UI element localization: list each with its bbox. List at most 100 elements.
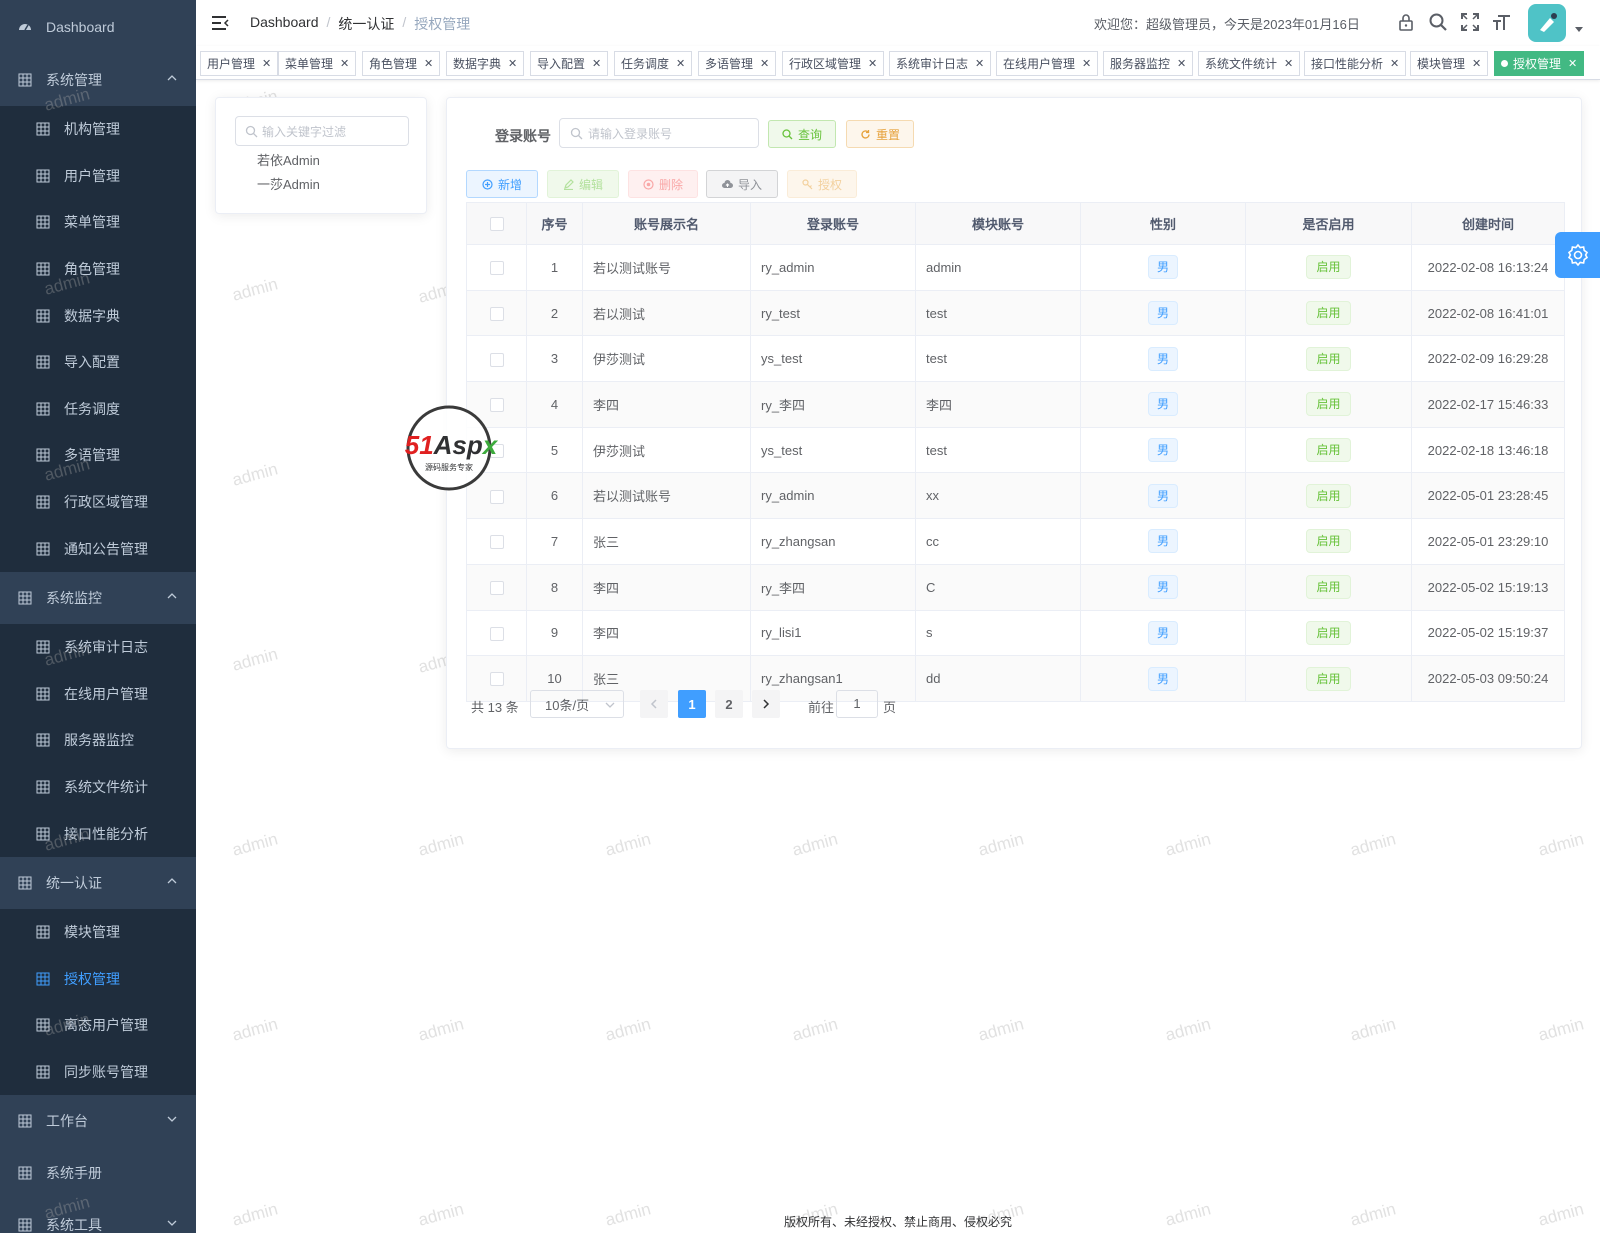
tag-modules[interactable]: 模块管理 ✕ xyxy=(1410,51,1489,76)
tree-node[interactable]: 若依Admin xyxy=(257,150,320,169)
row-checkbox[interactable] xyxy=(489,306,504,321)
row-checkbox[interactable] xyxy=(489,352,504,367)
table-row[interactable]: 4 李四 ry_李四 李四 男 启用 2022-02-17 15:46:33 xyxy=(466,381,1565,428)
tag-file-stats[interactable]: 系统文件统计 ✕ xyxy=(1198,51,1301,76)
sidebar-item-authorization[interactable]: 授权管理 xyxy=(0,956,196,1003)
sidebar-item-i18n[interactable]: 多语管理 xyxy=(0,432,196,479)
tag-menus[interactable]: 菜单管理 ✕ xyxy=(278,51,357,76)
tag-regions[interactable]: 行政区域管理 ✕ xyxy=(782,51,885,76)
tag-online-users[interactable]: 在线用户管理 ✕ xyxy=(996,51,1099,76)
close-icon[interactable]: ✕ xyxy=(1177,57,1186,70)
sidebar-item-notices[interactable]: 通知公告管理 xyxy=(0,525,196,572)
table-row[interactable]: 3 伊莎测试 ys_test test 男 启用 2022-02-09 16:2… xyxy=(466,335,1565,383)
sidebar-item-online-users[interactable]: 在线用户管理 xyxy=(0,671,196,718)
page-button[interactable]: 2 xyxy=(715,690,743,718)
fullscreen-icon[interactable] xyxy=(1460,12,1480,32)
sidebar-item-api-perf[interactable]: 接口性能分析 xyxy=(0,810,196,857)
lock-icon[interactable] xyxy=(1396,12,1416,32)
close-icon[interactable]: ✕ xyxy=(1284,57,1293,70)
sidebar-item-offline-users[interactable]: 离态用户管理 xyxy=(0,1002,196,1049)
tag-i18n[interactable]: 多语管理 ✕ xyxy=(698,51,777,76)
close-icon[interactable]: ✕ xyxy=(1568,57,1577,70)
tag-import-config[interactable]: 导入配置 ✕ xyxy=(530,51,609,76)
close-icon[interactable]: ✕ xyxy=(975,57,984,70)
add-button[interactable]: 新增 xyxy=(466,170,538,198)
sidebar-item-menus[interactable]: 菜单管理 xyxy=(0,199,196,246)
avatar[interactable] xyxy=(1528,4,1566,42)
row-checkbox[interactable] xyxy=(489,672,504,687)
sidebar-item-users[interactable]: 用户管理 xyxy=(0,153,196,200)
tag-roles[interactable]: 角色管理 ✕ xyxy=(362,51,441,76)
tree-filter-input[interactable]: 输入关键字过滤 xyxy=(235,116,409,146)
sidebar-group-monitor[interactable]: 系统监控 xyxy=(0,571,196,624)
sidebar-item-dict[interactable]: 数据字典 xyxy=(0,292,196,339)
row-checkbox[interactable] xyxy=(489,535,504,550)
sidebar-item-roles[interactable]: 角色管理 xyxy=(0,246,196,293)
search-button[interactable]: 查询 xyxy=(768,120,836,148)
search-icon[interactable] xyxy=(1428,12,1448,32)
close-icon[interactable]: ✕ xyxy=(262,57,271,70)
close-icon[interactable]: ✕ xyxy=(868,57,877,70)
login-account-input[interactable]: 请输入登录账号 xyxy=(559,118,759,148)
reset-button[interactable]: 重置 xyxy=(846,120,914,148)
tag-authorization[interactable]: 授权管理 ✕ xyxy=(1494,51,1585,76)
tree-node[interactable]: 一莎Admin xyxy=(257,174,320,193)
close-icon[interactable]: ✕ xyxy=(1390,57,1399,70)
close-icon[interactable]: ✕ xyxy=(592,57,601,70)
table-row[interactable]: 7 张三 ry_zhangsan cc 男 启用 2022-05-01 23:2… xyxy=(466,518,1565,565)
settings-button[interactable] xyxy=(1555,232,1600,278)
close-icon[interactable]: ✕ xyxy=(676,57,685,70)
sidebar-group-tools[interactable]: 系统工具 xyxy=(0,1199,196,1233)
sidebar-group-workbench[interactable]: 工作台 xyxy=(0,1095,196,1148)
tag-users[interactable]: 用户管理 ✕ xyxy=(200,51,279,76)
page-button[interactable]: 1 xyxy=(678,690,706,718)
table-row[interactable]: 1 若以测试账号 ry_admin admin 男 启用 2022-02-08 … xyxy=(466,244,1565,291)
select-all-checkbox[interactable] xyxy=(489,217,504,232)
row-checkbox[interactable] xyxy=(489,626,504,641)
next-page-button[interactable] xyxy=(752,690,780,718)
table-row[interactable]: 6 若以测试账号 ry_admin xx 男 启用 2022-05-01 23:… xyxy=(466,472,1565,520)
tag-dict[interactable]: 数据字典 ✕ xyxy=(446,51,525,76)
sidebar-item-sync-accounts[interactable]: 同步账号管理 xyxy=(0,1049,196,1096)
close-icon[interactable]: ✕ xyxy=(424,57,433,70)
row-checkbox[interactable] xyxy=(489,580,504,595)
row-checkbox[interactable] xyxy=(489,261,504,276)
sidebar-group-auth[interactable]: 统一认证 xyxy=(0,856,196,909)
tag-jobs[interactable]: 任务调度 ✕ xyxy=(614,51,693,76)
caret-down-icon[interactable] xyxy=(1574,26,1584,34)
table-row[interactable]: 8 李四 ry_李四 C 男 启用 2022-05-02 15:19:13 xyxy=(466,563,1565,611)
close-icon[interactable]: ✕ xyxy=(1082,57,1091,70)
edit-button[interactable]: 编辑 xyxy=(547,170,619,198)
sidebar-item-org[interactable]: 机构管理 xyxy=(0,106,196,153)
delete-button[interactable]: 删除 xyxy=(628,170,698,198)
close-icon[interactable]: ✕ xyxy=(1472,57,1481,70)
page-size-select[interactable]: 10条/页 xyxy=(530,690,624,718)
tag-api-perf[interactable]: 接口性能分析 ✕ xyxy=(1304,51,1407,76)
sidebar-item-regions[interactable]: 行政区域管理 xyxy=(0,479,196,526)
close-icon[interactable]: ✕ xyxy=(508,57,517,70)
authorize-button[interactable]: 授权 xyxy=(787,170,857,198)
breadcrumb-item[interactable]: 统一认证 xyxy=(338,14,394,34)
sidebar-item-audit-log[interactable]: 系统审计日志 xyxy=(0,624,196,671)
sidebar-item-manual[interactable]: 系统手册 xyxy=(0,1147,196,1200)
table-row[interactable]: 2 若以测试 ry_test test 男 启用 2022-02-08 16:4… xyxy=(466,289,1565,337)
table-row[interactable]: 10 张三 ry_zhangsan1 dd 男 启用 2022-05-03 09… xyxy=(466,655,1565,702)
hamburger-icon[interactable] xyxy=(210,13,230,33)
sidebar-item-jobs[interactable]: 任务调度 xyxy=(0,386,196,433)
sidebar-item-import-config[interactable]: 导入配置 xyxy=(0,339,196,386)
table-row[interactable]: 9 李四 ry_lisi1 s 男 启用 2022-05-02 15:19:37 xyxy=(466,609,1565,657)
breadcrumb-item[interactable]: Dashboard xyxy=(250,14,319,34)
sidebar-item-file-stats[interactable]: 系统文件统计 xyxy=(0,764,196,811)
prev-page-button[interactable] xyxy=(640,690,668,718)
close-icon[interactable]: ✕ xyxy=(340,57,349,70)
import-button[interactable]: 导入 xyxy=(706,170,778,198)
sidebar-item-server[interactable]: 服务器监控 xyxy=(0,717,196,764)
goto-page-input[interactable]: 1 xyxy=(836,690,878,718)
font-size-icon[interactable] xyxy=(1492,12,1512,32)
tag-audit-log[interactable]: 系统审计日志 ✕ xyxy=(889,51,992,76)
close-icon[interactable]: ✕ xyxy=(760,57,769,70)
tag-server[interactable]: 服务器监控 ✕ xyxy=(1103,51,1194,76)
sidebar-group-system[interactable]: 系统管理 xyxy=(0,54,196,106)
sidebar-item-dashboard[interactable]: Dashboard xyxy=(0,0,196,54)
sidebar-item-modules[interactable]: 模块管理 xyxy=(0,909,196,956)
